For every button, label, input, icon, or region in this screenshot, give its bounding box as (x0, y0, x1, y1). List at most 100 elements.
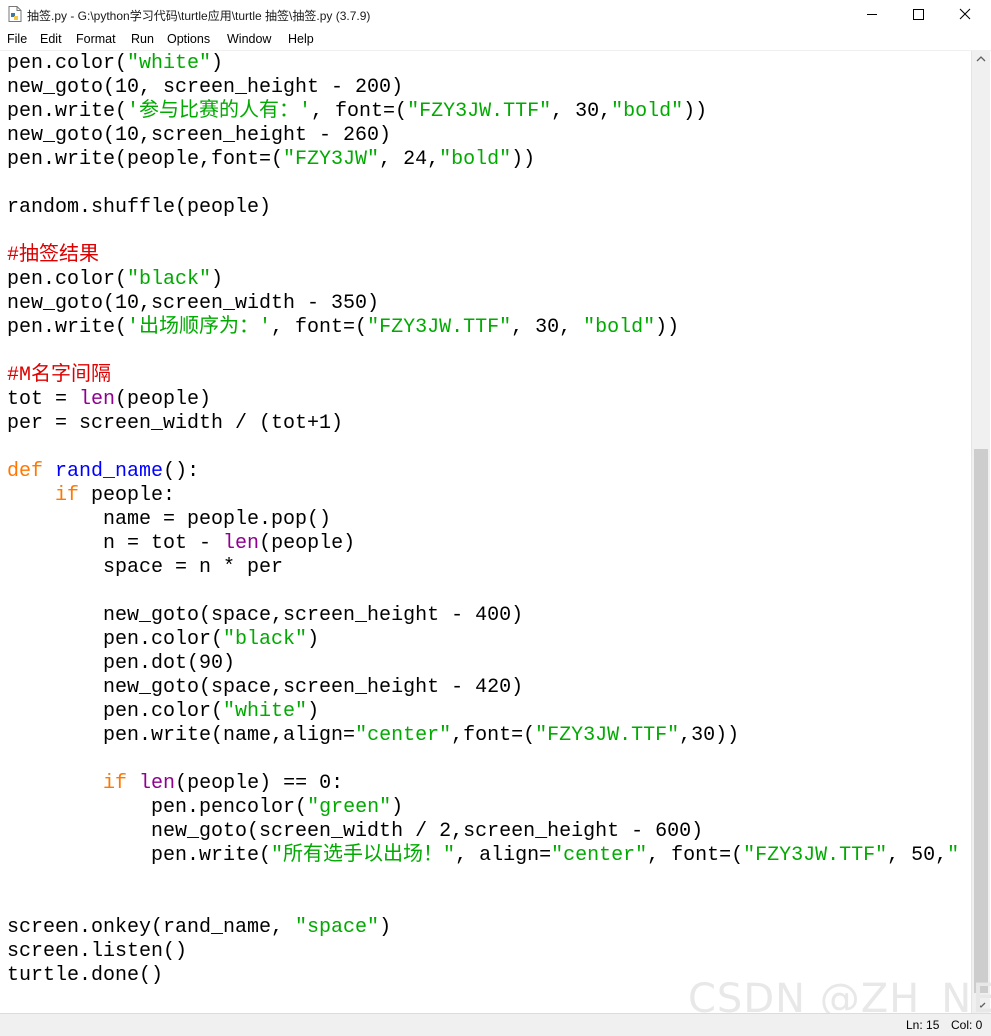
close-icon (959, 8, 971, 20)
code-token-string: "white" (223, 700, 308, 723)
code-token-string: '参与比赛的人有：' (127, 100, 312, 123)
code-token: ) (307, 628, 320, 651)
code-token: new_goto(10, screen_height - 200) (7, 76, 404, 99)
code-token: tot = (7, 388, 80, 411)
code-line: pen.color("black") (7, 268, 223, 292)
code-line: if len(people) == 0: (7, 772, 343, 796)
code-line: random.shuffle(people) (7, 196, 271, 220)
code-editor[interactable]: pen.color("white") new_goto(10, screen_he… (0, 51, 971, 1013)
code-line: tot = len(people) (7, 388, 211, 412)
code-token: pen.color( (7, 628, 224, 651)
code-token: space = n * per (7, 556, 284, 579)
menu-file[interactable]: File (7, 32, 27, 46)
code-token: , align= (455, 844, 552, 867)
code-line: turtle.done() (7, 964, 163, 988)
code-token-string: '出场顺序为：' (127, 316, 272, 339)
code-token: ,font=( (451, 724, 536, 747)
code-line: pen.write('出场顺序为：', font=("FZY3JW.TTF", … (7, 316, 679, 340)
code-token: )) (511, 148, 536, 171)
code-token: (people) (259, 532, 356, 555)
code-token: turtle.done() (7, 964, 164, 987)
code-line: pen.color("white") (7, 52, 223, 76)
code-token: n = tot - (7, 532, 224, 555)
scroll-up-button[interactable] (972, 51, 990, 68)
vertical-scrollbar[interactable] (971, 51, 990, 1013)
code-token: )) (655, 316, 680, 339)
code-line: pen.write('参与比赛的人有：', font=("FZY3JW.TTF"… (7, 100, 707, 124)
code-line: pen.color("black") (7, 628, 319, 652)
code-token-def: rand_name (55, 460, 164, 483)
code-token-string: "center" (551, 844, 648, 867)
code-token: , font=( (311, 100, 408, 123)
code-token: random.shuffle(people) (7, 196, 272, 219)
code-line: new_goto(space,screen_height - 400) (7, 604, 523, 628)
menu-run[interactable]: Run (131, 32, 154, 46)
code-token-builtin: len (79, 388, 116, 411)
code-token-keyword: if (55, 484, 80, 507)
code-token: , 30, (511, 316, 584, 339)
code-token-keyword: def (7, 460, 44, 483)
code-token: pen.write(name,align= (7, 724, 356, 747)
close-button[interactable] (942, 0, 988, 29)
code-token-string: "center" (355, 724, 452, 747)
code-token: , font=( (647, 844, 744, 867)
code-token: new_goto(10,screen_height - 260) (7, 124, 392, 147)
code-token-comment: #M名字间隔 (7, 364, 112, 387)
code-token-string: "FZY3JW.TTF" (535, 724, 680, 747)
code-token-string: "所有选手以出场！" (271, 844, 456, 867)
code-token: , 24, (379, 148, 440, 171)
status-line: Ln: 15 (906, 1018, 940, 1032)
code-token-string: "space" (295, 916, 380, 939)
title-bar: 抽签.py - G:\python学习代码\turtle应用\turtle 抽签… (0, 0, 991, 29)
menu-edit[interactable]: Edit (40, 32, 62, 46)
code-token-string: "green" (307, 796, 392, 819)
code-token: ) (211, 52, 224, 75)
code-token: pen.color( (7, 700, 224, 723)
code-line: new_goto(10,screen_height - 260) (7, 124, 391, 148)
code-token-string: "FZY3JW" (283, 148, 380, 171)
chevron-up-icon (976, 56, 986, 62)
menu-help[interactable]: Help (288, 32, 314, 46)
menu-window[interactable]: Window (227, 32, 271, 46)
menu-bar: File Edit Format Run Options Window Help (0, 29, 991, 51)
menu-format[interactable]: Format (76, 32, 116, 46)
code-token: ) (391, 796, 404, 819)
code-token-string: "white" (127, 52, 212, 75)
scroll-thumb[interactable] (974, 449, 988, 993)
code-line: #抽签结果 (7, 244, 99, 268)
code-token: , 50, (887, 844, 948, 867)
code-line: new_goto(screen_width / 2,screen_height … (7, 820, 703, 844)
code-line: #M名字间隔 (7, 364, 111, 388)
code-line: space = n * per (7, 556, 283, 580)
code-token-comment: #抽签结果 (7, 244, 100, 267)
code-token: new_goto(space,screen_height - 400) (7, 604, 524, 627)
code-token: pen.color( (7, 268, 128, 291)
code-line: new_goto(10,screen_width - 350) (7, 292, 379, 316)
code-line: screen.listen() (7, 940, 187, 964)
code-line: new_goto(space,screen_height - 420) (7, 676, 523, 700)
python-file-icon (8, 6, 22, 22)
maximize-button[interactable] (895, 0, 941, 29)
code-token-string: "bold" (611, 100, 684, 123)
code-token-string: "FZY3JW.TTF" (367, 316, 512, 339)
code-line: screen.onkey(rand_name, "space") (7, 916, 391, 940)
minimize-button[interactable] (849, 0, 895, 29)
code-token: screen.onkey(rand_name, (7, 916, 296, 939)
code-token-builtin: len (139, 772, 176, 795)
code-token: ) (307, 700, 320, 723)
code-token: new_goto(10,screen_width - 350) (7, 292, 380, 315)
code-token: pen.dot(90) (7, 652, 236, 675)
code-line: per = screen_width / (tot+1) (7, 412, 343, 436)
code-token-keyword: if (103, 772, 128, 795)
code-token: , 30, (551, 100, 612, 123)
code-token-string: "bold" (583, 316, 656, 339)
code-line: pen.write("所有选手以出场！", align="center", fo… (7, 844, 959, 868)
menu-options[interactable]: Options (167, 32, 210, 46)
code-token-string: "FZY3JW.TTF" (743, 844, 888, 867)
code-token: , font=( (271, 316, 368, 339)
code-token: pen.write( (7, 100, 128, 123)
